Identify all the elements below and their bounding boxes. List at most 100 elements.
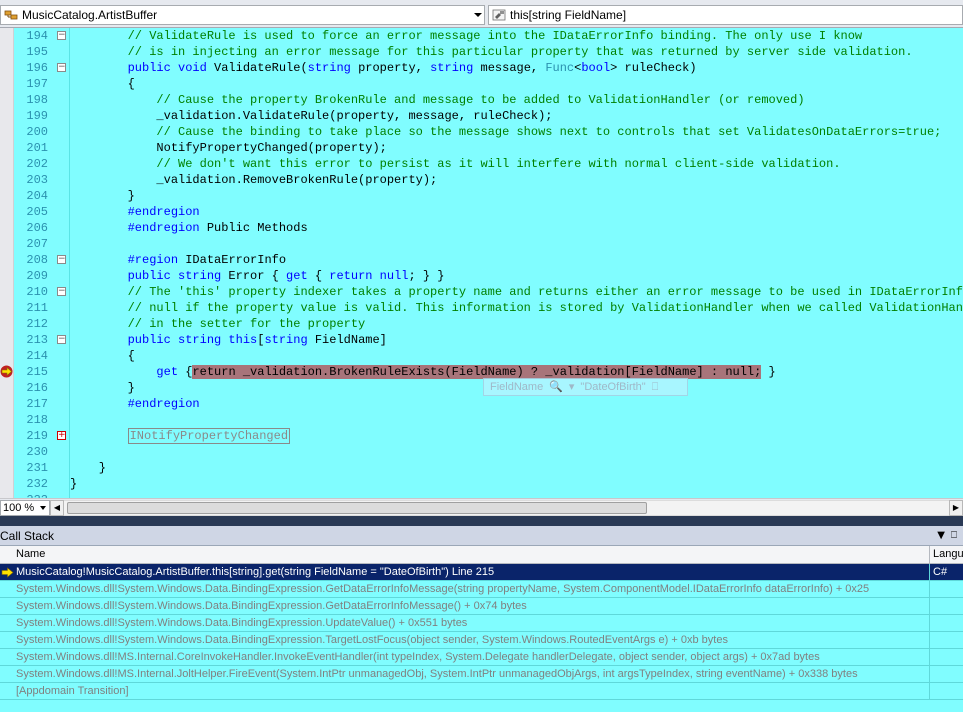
magnifier-icon[interactable]: 🔍 — [549, 379, 563, 395]
datatip[interactable]: FieldName 🔍 ▾ "DateOfBirth" ⎕ — [483, 378, 688, 396]
code-line[interactable]: 217 #endregion — [0, 396, 963, 412]
code-text: // Cause the property BrokenRule and mes… — [70, 92, 804, 108]
pin-icon[interactable]: ⎕ — [951, 530, 957, 541]
call-stack-row[interactable]: MusicCatalog!MusicCatalog.ArtistBuffer.t… — [0, 564, 963, 581]
code-token: // Cause the binding to take place so th… — [70, 125, 942, 139]
column-header-language[interactable]: Langu — [930, 546, 963, 563]
line-number: 199 — [26, 109, 48, 123]
code-line[interactable]: 212 // in the setter for the property — [0, 316, 963, 332]
line-number: 231 — [26, 461, 48, 475]
code-token: // We don't want this error to persist a… — [70, 157, 841, 171]
code-line[interactable]: 213− public string this[string FieldName… — [0, 332, 963, 348]
code-line[interactable]: 230 — [0, 444, 963, 460]
collapse-icon[interactable]: − — [57, 63, 66, 72]
window-position-icon[interactable]: ▼ — [937, 530, 945, 541]
code-text: public void ValidateRule(string property… — [70, 60, 697, 76]
code-line[interactable]: 214 { — [0, 348, 963, 364]
call-stack-row[interactable]: System.Windows.dll!System.Windows.Data.B… — [0, 615, 963, 632]
line-number: 232 — [26, 477, 48, 491]
code-token: #endregion — [127, 397, 200, 411]
code-line[interactable]: 201 NotifyPropertyChanged(property); — [0, 140, 963, 156]
member-dropdown[interactable]: this[string FieldName] — [488, 5, 963, 25]
call-stack-row[interactable]: System.Windows.dll!MS.Internal.CoreInvok… — [0, 649, 963, 666]
class-icon — [4, 10, 18, 20]
code-token: string — [264, 333, 308, 347]
code-token: get — [156, 365, 179, 379]
call-stack-panel: Call Stack ▼ ⎕ Name Langu MusicCatalog!M… — [0, 526, 963, 712]
code-text: public string this[string FieldName] — [70, 332, 387, 348]
code-line[interactable]: 209 public string Error { get { return n… — [0, 268, 963, 284]
panel-splitter[interactable] — [0, 516, 963, 526]
code-line[interactable]: 197 { — [0, 76, 963, 92]
code-line[interactable]: 194− // ValidateRule is used to force an… — [0, 28, 963, 44]
collapse-icon[interactable]: − — [57, 287, 66, 296]
code-line[interactable]: 216 } — [0, 380, 963, 396]
collapse-icon[interactable]: − — [57, 255, 66, 264]
code-token: return null — [329, 269, 409, 283]
class-dropdown[interactable]: MusicCatalog.ArtistBuffer — [0, 5, 485, 25]
scroll-left-button[interactable]: ◀ — [50, 499, 64, 516]
collapsed-region[interactable]: INotifyPropertyChanged — [127, 428, 291, 444]
frame-language — [930, 683, 963, 699]
code-line[interactable]: 203 _validation.RemoveBrokenRule(propert… — [0, 172, 963, 188]
call-stack-title: Call Stack — [0, 528, 55, 543]
scrollbar-thumb[interactable] — [67, 501, 647, 514]
line-number: 207 — [26, 237, 48, 251]
code-line[interactable]: 211 // null if the property value is val… — [0, 300, 963, 316]
code-token: public string — [127, 269, 222, 283]
code-token: get — [286, 269, 308, 283]
class-dropdown-value: MusicCatalog.ArtistBuffer — [22, 8, 158, 22]
code-text: // null if the property value is valid. … — [70, 300, 963, 316]
code-token: // is in injecting an error message for … — [70, 45, 913, 59]
code-token: { — [307, 269, 330, 283]
code-line[interactable]: 196− public void ValidateRule(string pro… — [0, 60, 963, 76]
code-line[interactable]: 206 #endregion Public Methods — [0, 220, 963, 236]
code-line[interactable]: 232} — [0, 476, 963, 492]
code-line[interactable]: 207 — [0, 236, 963, 252]
code-line[interactable]: 204 } — [0, 188, 963, 204]
collapse-icon[interactable]: − — [57, 31, 66, 40]
call-stack-row[interactable]: System.Windows.dll!MS.Internal.JoltHelpe… — [0, 666, 963, 683]
line-number: 210 — [26, 285, 48, 299]
line-number: 219 — [26, 429, 48, 443]
code-line[interactable]: 231 } — [0, 460, 963, 476]
current-frame-arrow-icon — [1, 567, 14, 578]
code-line[interactable]: 210− // The 'this' property indexer take… — [0, 284, 963, 300]
code-token: string — [307, 61, 351, 75]
code-token: { — [70, 349, 135, 363]
code-token: Public Methods — [199, 221, 308, 235]
call-stack-row[interactable]: System.Windows.dll!System.Windows.Data.B… — [0, 581, 963, 598]
code-line[interactable]: 219 + INotifyPropertyChanged — [0, 428, 963, 444]
scroll-right-button[interactable]: ▶ — [949, 499, 963, 516]
collapse-icon[interactable]: − — [57, 335, 66, 344]
column-header-name[interactable]: Name — [0, 546, 930, 563]
code-line[interactable]: 199 _validation.ValidateRule(property, m… — [0, 108, 963, 124]
code-line[interactable]: 218 — [0, 412, 963, 428]
code-token: ValidateRule( — [206, 61, 308, 75]
code-line[interactable]: 205 #endregion — [0, 204, 963, 220]
horizontal-scrollbar[interactable] — [64, 499, 949, 516]
code-line[interactable]: 215 get {return _validation.BrokenRuleEx… — [0, 364, 963, 380]
code-editor[interactable]: 194− // ValidateRule is used to force an… — [0, 28, 963, 498]
call-stack-row[interactable]: System.Windows.dll!System.Windows.Data.B… — [0, 598, 963, 615]
dropdown-arrow-icon[interactable]: ▾ — [569, 379, 575, 395]
code-line[interactable]: 198 // Cause the property BrokenRule and… — [0, 92, 963, 108]
code-line[interactable]: 208− #region IDataErrorInfo — [0, 252, 963, 268]
expand-icon[interactable]: + — [57, 431, 66, 440]
code-token: // null if the property value is valid. … — [70, 301, 963, 315]
zoom-dropdown[interactable]: 100 % — [0, 499, 50, 516]
code-line[interactable]: 202 // We don't want this error to persi… — [0, 156, 963, 172]
code-line[interactable]: 200 // Cause the binding to take place s… — [0, 124, 963, 140]
line-number: 212 — [26, 317, 48, 331]
call-stack-row[interactable]: System.Windows.dll!System.Windows.Data.B… — [0, 632, 963, 649]
chevron-down-icon[interactable] — [472, 6, 484, 24]
call-stack-row[interactable]: [Appdomain Transition] — [0, 683, 963, 700]
code-token: } — [70, 189, 135, 203]
frame-language — [930, 581, 963, 597]
pin-icon[interactable]: ⎕ — [652, 379, 659, 395]
call-stack-titlebar: Call Stack ▼ ⎕ — [0, 526, 963, 546]
code-line[interactable]: 195 // is in injecting an error message … — [0, 44, 963, 60]
